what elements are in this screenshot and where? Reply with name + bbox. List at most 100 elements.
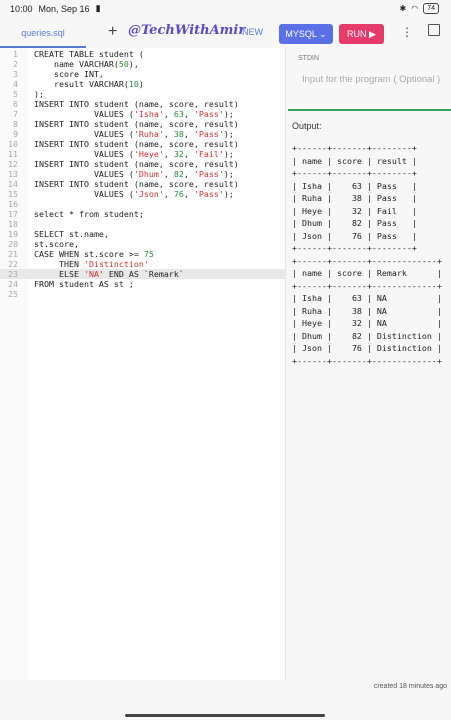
line-text: VALUES ('Ruha', 38, 'Pass');	[34, 129, 234, 139]
fullscreen-icon[interactable]	[428, 24, 440, 36]
line-text: st.score,	[34, 239, 79, 249]
output-text: +------+-------+--------+ | name | score…	[292, 143, 442, 366]
code-line[interactable]: 2 name VARCHAR(50),	[0, 59, 286, 69]
line-number: 23	[8, 269, 18, 279]
chevron-down-icon: ⌄	[319, 29, 327, 39]
code-lines[interactable]: 1 CREATE TABLE student (2 name VARCHAR(50…	[0, 49, 286, 299]
line-number: 2	[13, 59, 18, 69]
line-text: );	[34, 89, 44, 99]
add-tab-icon[interactable]: +	[108, 23, 117, 41]
line-text: INSERT INTO student (name, score, result…	[34, 159, 239, 169]
code-line[interactable]: 10 INSERT INTO student (name, score, resu…	[0, 139, 286, 149]
line-number: 19	[8, 229, 18, 239]
line-text: INSERT INTO student (name, score, result…	[34, 179, 239, 189]
tab-queries-sql[interactable]: queries.sql	[0, 18, 86, 48]
code-line[interactable]: 11 VALUES ('Heye', 32, 'Fail');	[0, 149, 286, 159]
code-line[interactable]: 5);	[0, 89, 286, 99]
code-line[interactable]: 23 ELSE 'NA' END AS `Remark`	[0, 269, 286, 279]
io-panel: STDIN Input for the program ( Optional )…	[288, 48, 451, 680]
line-text: select * from student;	[34, 209, 144, 219]
db-select-button[interactable]: MYSQL ⌄	[279, 24, 333, 44]
line-number: 12	[8, 159, 18, 169]
line-text: name VARCHAR(50),	[34, 59, 139, 69]
code-line[interactable]: 17 select * from student;	[0, 209, 286, 219]
line-text	[22, 219, 34, 229]
status-bar: 10:00 Mon, Sep 16 ▮ ✱ ◠ 74	[0, 0, 451, 16]
code-line[interactable]: 8 INSERT INTO student (name, score, resul…	[0, 119, 286, 129]
line-text: INSERT INTO student (name, score, result…	[34, 139, 239, 149]
code-line[interactable]: 3 score INT,	[0, 69, 286, 79]
line-text: result VARCHAR(10)	[34, 79, 144, 89]
line-number: 4	[13, 79, 18, 89]
stdin-divider	[288, 109, 451, 111]
code-line[interactable]: 1 CREATE TABLE student (	[0, 49, 286, 59]
code-line[interactable]: 21 CASE WHEN st.score >= 75	[0, 249, 286, 259]
line-number: 17	[8, 209, 18, 219]
code-line[interactable]: 14 INSERT INTO student (name, score, resu…	[0, 179, 286, 189]
stdin-label: STDIN	[298, 55, 319, 62]
created-timestamp: created 18 minutes ago	[373, 683, 447, 690]
line-number: 15	[8, 189, 18, 199]
code-line[interactable]: 24 FROM student AS st ;	[0, 279, 286, 289]
video-icon: ▮	[95, 3, 101, 13]
line-text: score INT,	[34, 69, 104, 79]
code-line[interactable]: 4 result VARCHAR(10)	[0, 79, 286, 89]
play-icon: ▶	[369, 29, 376, 39]
code-line[interactable]: 25	[0, 289, 286, 299]
code-line[interactable]: 6 INSERT INTO student (name, score, resul…	[0, 99, 286, 109]
line-number: 21	[8, 249, 18, 259]
run-button[interactable]: RUN ▶	[339, 24, 384, 44]
bluetooth-icon: ✱	[399, 4, 407, 13]
line-number: 1	[13, 49, 18, 59]
db-label: MYSQL	[285, 29, 317, 39]
line-number: 13	[8, 169, 18, 179]
status-date: Mon, Sep 16	[38, 3, 90, 14]
code-editor[interactable]: 1 CREATE TABLE student (2 name VARCHAR(50…	[0, 48, 286, 680]
code-line[interactable]: 9 VALUES ('Ruha', 38, 'Pass');	[0, 129, 286, 139]
line-text: CREATE TABLE student (	[34, 49, 144, 59]
run-label: RUN	[347, 29, 367, 39]
line-text: CASE WHEN st.score >= 75	[34, 249, 154, 259]
watermark: @TechWithAmir	[128, 23, 246, 38]
code-line[interactable]: 20 st.score,	[0, 239, 286, 249]
line-text: VALUES ('Dhum', 82, 'Pass');	[34, 169, 234, 179]
more-menu-icon[interactable]: ⋮	[401, 25, 413, 39]
line-number: 20	[8, 239, 18, 249]
line-number: 25	[8, 289, 18, 299]
line-text: INSERT INTO student (name, score, result…	[34, 99, 239, 109]
line-number: 3	[13, 69, 18, 79]
line-number: 7	[13, 109, 18, 119]
output-label: Output:	[292, 121, 322, 131]
code-line[interactable]: 16	[0, 199, 286, 209]
home-indicator[interactable]	[125, 714, 325, 717]
line-number: 11	[8, 149, 18, 159]
toolbar: queries.sql + @TechWithAmir NEW MYSQL ⌄ …	[0, 18, 451, 50]
line-text: FROM student AS st ;	[34, 279, 134, 289]
line-number: 10	[8, 139, 18, 149]
battery-icon: 74	[423, 3, 439, 14]
line-number: 14	[8, 179, 18, 189]
line-number: 5	[13, 89, 18, 99]
line-number: 9	[13, 129, 18, 139]
line-text: VALUES ('Isha', 63, 'Pass');	[34, 109, 234, 119]
code-line[interactable]: 12 INSERT INTO student (name, score, resu…	[0, 159, 286, 169]
code-line[interactable]: 15 VALUES ('Json', 76, 'Pass');	[0, 189, 286, 199]
status-time: 10:00	[10, 3, 33, 14]
line-text	[22, 289, 34, 299]
code-line[interactable]: 22 THEN 'Distinction'	[0, 259, 286, 269]
code-line[interactable]: 18	[0, 219, 286, 229]
line-text: SELECT st.name,	[34, 229, 109, 239]
line-text: THEN 'Distinction'	[34, 259, 149, 269]
line-number: 24	[8, 279, 18, 289]
line-number: 6	[13, 99, 18, 109]
line-text	[22, 199, 34, 209]
code-line[interactable]: 13 VALUES ('Dhum', 82, 'Pass');	[0, 169, 286, 179]
code-line[interactable]: 19 SELECT st.name,	[0, 229, 286, 239]
stdin-input[interactable]: Input for the program ( Optional )	[302, 74, 442, 86]
new-button[interactable]: NEW	[242, 27, 263, 37]
code-line[interactable]: 7 VALUES ('Isha', 63, 'Pass');	[0, 109, 286, 119]
wifi-icon: ◠	[411, 4, 419, 13]
footer: created 18 minutes ago	[0, 680, 451, 720]
line-text: VALUES ('Heye', 32, 'Fail');	[34, 149, 234, 159]
line-text: VALUES ('Json', 76, 'Pass');	[34, 189, 234, 199]
